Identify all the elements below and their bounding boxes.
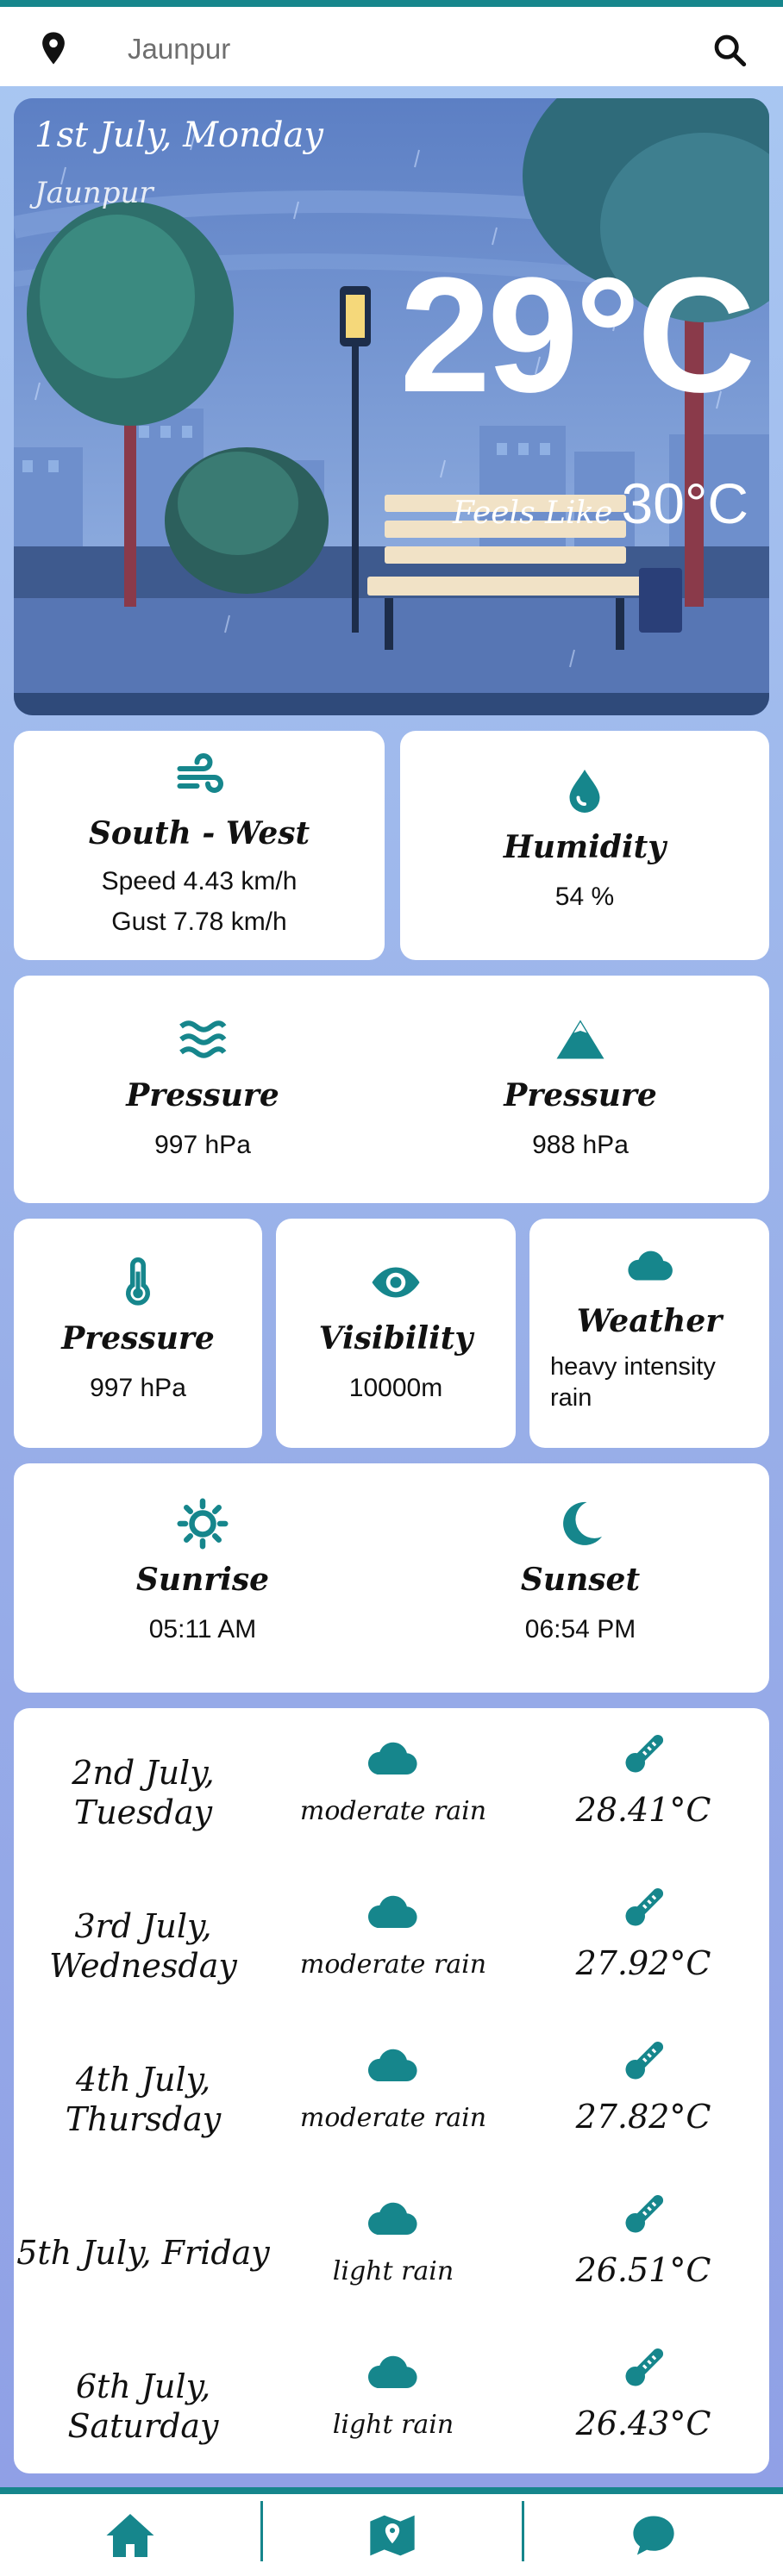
nav-chat[interactable] — [524, 2494, 783, 2576]
forecast-row: 6th July, Saturday light rain 26.43°C — [14, 2330, 769, 2484]
forecast-temperature: 27.82°C — [575, 2098, 711, 2136]
cloud-icon — [367, 2049, 417, 2082]
thermometer-icon — [625, 1735, 663, 1773]
visibility-value: 10000m — [348, 1374, 443, 1402]
cloud-icon — [628, 1251, 673, 1281]
map-icon — [370, 2515, 415, 2555]
thermometer-icon — [625, 2195, 663, 2233]
wind-direction: South - West — [88, 815, 310, 851]
forecast-description: moderate rain — [299, 1796, 487, 1826]
sea-pressure-title: Pressure — [126, 1077, 279, 1113]
waves-icon — [179, 1020, 227, 1058]
search-icon[interactable] — [712, 33, 747, 67]
forecast-row: 3rd July, Wednesday moderate rain 27.92°C — [14, 1870, 769, 2024]
sunset-title: Sunset — [520, 1562, 641, 1598]
forecast-temperature: 27.92°C — [575, 1944, 711, 1982]
search-input[interactable]: Jaunpur — [128, 33, 230, 65]
pressure-card: Pressure 997 hPa Pressure 988 hPa — [14, 976, 769, 1203]
visibility-title: Visibility — [318, 1320, 473, 1357]
feels-like-value: 30°C — [621, 471, 749, 535]
forecast-date: 2nd July, Tuesday — [72, 1754, 215, 1831]
forecast-date: 6th July, Saturday — [67, 2367, 219, 2445]
mountain-icon — [556, 1020, 604, 1059]
cloud-icon — [367, 2202, 417, 2236]
humidity-card: Humidity 54 % — [400, 731, 769, 960]
pressure-small-card: Pressure 997 hPa — [14, 1219, 262, 1448]
forecast-date: 3rd July, Wednesday — [49, 1907, 237, 1985]
sunrise-title: Sunrise — [135, 1562, 270, 1598]
forecast-row: 5th July, Friday light rain 26.51°C — [14, 2177, 769, 2330]
ground-pressure-title: Pressure — [504, 1077, 657, 1113]
visibility-card: Visibility 10000m — [276, 1219, 516, 1448]
chat-icon — [633, 2516, 674, 2554]
current-date: 1st July, Monday — [34, 115, 323, 155]
wind-card: South - West Speed 4.43 km/h Gust 7.78 k… — [14, 731, 385, 960]
forecast-description: moderate rain — [299, 2103, 487, 2133]
sun-icon — [177, 1498, 229, 1550]
current-weather-hero: 1st July, Monday Jaunpur 29°C Feels Like… — [14, 98, 769, 715]
search-bar: Jaunpur — [0, 7, 783, 86]
humidity-value: 54 % — [554, 883, 615, 911]
forecast-description: light rain — [332, 2410, 454, 2440]
cloud-icon — [367, 1895, 417, 1929]
wind-speed: Speed 4.43 km/h — [101, 867, 298, 895]
cloud-icon — [367, 1742, 417, 1775]
ground-pressure-value: 988 hPa — [532, 1131, 629, 1159]
top-accent-line — [0, 0, 783, 7]
forecast-row: 2nd July, Tuesday moderate rain 28.41°C — [14, 1717, 769, 1870]
thermometer-icon — [126, 1257, 150, 1306]
eye-icon — [372, 1267, 420, 1298]
humidity-title: Humidity — [503, 829, 667, 865]
feels-like-label: Feels Like — [452, 496, 613, 531]
sea-pressure-value: 997 hPa — [154, 1131, 251, 1159]
thermometer-icon — [625, 2348, 663, 2386]
forecast-temperature: 28.41°C — [575, 1791, 711, 1829]
weather-value: heavy intensity rain — [550, 1353, 716, 1413]
moon-icon — [563, 1501, 602, 1545]
cloud-icon — [367, 2355, 417, 2389]
thermometer-icon — [625, 1888, 663, 1926]
home-icon — [106, 2513, 154, 2557]
sunrise-value: 05:11 AM — [148, 1615, 257, 1644]
forecast-description: light rain — [332, 2256, 454, 2286]
pressure-small-value: 997 hPa — [90, 1374, 186, 1402]
forecast-temperature: 26.51°C — [575, 2251, 711, 2289]
nav-home[interactable] — [0, 2494, 260, 2576]
current-temperature: 29°C — [399, 244, 755, 427]
forecast-temperature: 26.43°C — [575, 2404, 711, 2442]
nav-map[interactable] — [263, 2494, 522, 2576]
water-drop-icon — [569, 770, 600, 813]
forecast-description: moderate rain — [299, 1949, 487, 1980]
forecast-row: 4th July, Thursday moderate rain 27.82°C — [14, 2024, 769, 2177]
weather-card: Weather heavy intensity rain — [529, 1219, 769, 1448]
sun-card: Sunrise 05:11 AM Sunset 06:54 PM — [14, 1463, 769, 1693]
weather-title: Weather — [576, 1303, 723, 1339]
thermometer-icon — [625, 2042, 663, 2080]
forecast-date: 4th July, Thursday — [65, 2061, 222, 2138]
location-pin-icon[interactable] — [38, 31, 69, 65]
wind-gust: Gust 7.78 km/h — [111, 907, 287, 936]
sunset-value: 06:54 PM — [524, 1615, 636, 1644]
bottom-navigation — [0, 2487, 783, 2576]
current-place: Jaunpur — [34, 176, 153, 210]
wind-icon — [177, 753, 223, 793]
pressure-small-title: Pressure — [61, 1320, 215, 1357]
forecast-date: 5th July, Friday — [16, 2234, 270, 2273]
feels-like: Feels Like 30°C — [453, 471, 749, 536]
